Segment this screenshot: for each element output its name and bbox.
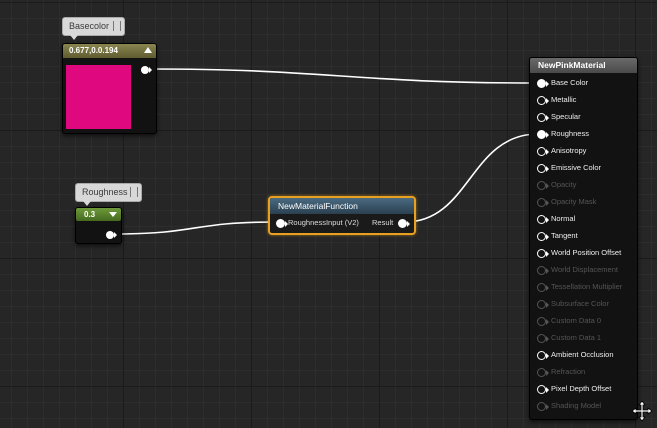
function-pin-row: RoughnessInput (V2) Result	[270, 214, 414, 231]
function-output-pin[interactable]	[398, 219, 410, 228]
material-pin-label: Subsurface Color	[551, 299, 609, 308]
material-pin-label: Opacity	[551, 180, 577, 189]
material-input-pin	[537, 181, 549, 190]
expand-icon[interactable]	[109, 212, 117, 217]
comment-pin-icon	[113, 21, 121, 31]
material-pin-label: Custom Data 0	[551, 316, 602, 325]
material-input-pin	[537, 334, 549, 343]
material-input-pin[interactable]	[537, 232, 549, 241]
material-pin-row: Anisotropy	[530, 142, 637, 159]
material-pin-label: Specular	[551, 112, 581, 121]
basecolor-comment[interactable]: Basecolor	[62, 17, 125, 40]
basecolor-value: 0.677,0.0.194	[69, 46, 118, 55]
material-input-pin	[537, 300, 549, 309]
material-pin-row: World Position Offset	[530, 244, 637, 261]
comment-tail	[83, 201, 91, 206]
function-input-pin[interactable]	[276, 219, 288, 228]
material-input-pin	[537, 402, 549, 411]
material-pin-row: Normal	[530, 210, 637, 227]
material-pin-label: Emissive Color	[551, 163, 602, 172]
material-pin-label: Metallic	[551, 95, 577, 104]
material-input-pin[interactable]	[537, 351, 549, 360]
roughness-comment-text: Roughness	[82, 187, 128, 197]
function-output-label: Result	[372, 218, 394, 227]
material-input-pin[interactable]	[537, 96, 549, 105]
function-input-label: RoughnessInput (V2)	[288, 218, 359, 227]
material-header[interactable]: NewPinkMaterial	[530, 58, 637, 73]
material-pin-row: Refraction	[530, 363, 637, 380]
material-pin-row: Base Color	[530, 74, 637, 91]
material-pin-row: Tessellation Multiplier	[530, 278, 637, 295]
material-pin-label: Ambient Occlusion	[551, 350, 614, 359]
material-input-pin[interactable]	[537, 147, 549, 156]
comment-tail	[70, 35, 78, 40]
material-pin-label: World Position Offset	[551, 248, 622, 257]
roughness-header[interactable]: 0.3	[76, 208, 121, 221]
material-pin-label: Normal	[551, 214, 576, 223]
material-pin-row: Custom Data 1	[530, 329, 637, 346]
roughness-value: 0.3	[84, 210, 96, 219]
material-pin-label: Tangent	[551, 231, 578, 240]
material-pin-row: World Displacement	[530, 261, 637, 278]
material-pin-list: Base Color Metallic Specular Roughness Aniso…	[530, 73, 637, 414]
material-title: NewPinkMaterial	[538, 60, 606, 70]
material-input-pin	[537, 266, 549, 275]
function-header[interactable]: NewMaterialFunction	[270, 198, 414, 214]
material-input-pin[interactable]	[537, 164, 549, 173]
material-pin-label: Base Color	[551, 78, 589, 87]
material-pin-row: Emissive Color	[530, 159, 637, 176]
material-input-pin[interactable]	[537, 385, 549, 394]
material-pin-row: Tangent	[530, 227, 637, 244]
material-pin-label: Pixel Depth Offset	[551, 384, 612, 393]
material-pin-label: World Displacement	[551, 265, 618, 274]
material-pin-label: Opacity Mask	[551, 197, 597, 206]
material-pin-label: Shading Model	[551, 401, 602, 410]
basecolor-comment-text: Basecolor	[69, 21, 110, 31]
material-input-pin[interactable]	[537, 215, 549, 224]
material-pin-row: Opacity	[530, 176, 637, 193]
material-input-pin[interactable]	[537, 249, 549, 258]
roughness-comment[interactable]: Roughness	[75, 183, 142, 206]
material-pin-row: Custom Data 0	[530, 312, 637, 329]
function-title: NewMaterialFunction	[278, 201, 358, 211]
material-input-pin	[537, 198, 549, 207]
material-pin-label: Custom Data 1	[551, 333, 602, 342]
move-icon	[631, 400, 653, 422]
material-pin-row: Metallic	[530, 91, 637, 108]
material-pin-row: Specular	[530, 108, 637, 125]
roughness-node[interactable]: 0.3	[75, 207, 122, 244]
material-input-pin	[537, 317, 549, 326]
basecolor-output-pin[interactable]	[141, 66, 152, 74]
material-pin-row: Pixel Depth Offset	[530, 380, 637, 397]
material-input-pin	[537, 368, 549, 377]
color-preview-swatch	[66, 65, 131, 129]
material-input-pin[interactable]	[537, 79, 549, 88]
material-pin-label: Refraction	[551, 367, 586, 376]
material-pin-label: Roughness	[551, 129, 589, 138]
wire-basecolor	[149, 68, 539, 84]
basecolor-header[interactable]: 0.677,0.0.194	[63, 44, 156, 58]
material-pin-row: Roughness	[530, 125, 637, 142]
material-pin-row: Opacity Mask	[530, 193, 637, 210]
material-input-pin	[537, 283, 549, 292]
material-pin-label: Tessellation Multiplier	[551, 282, 623, 291]
material-pin-row: Ambient Occlusion	[530, 346, 637, 363]
wire-function-to-material	[404, 133, 539, 223]
wire-roughness-to-function	[112, 221, 277, 235]
basecolor-node[interactable]: 0.677,0.0.194	[62, 43, 157, 134]
material-pin-row: Shading Model	[530, 397, 637, 414]
material-input-pin[interactable]	[537, 113, 549, 122]
collapse-preview-icon[interactable]	[144, 47, 152, 53]
comment-pin-icon	[130, 187, 138, 197]
material-result-node[interactable]: NewPinkMaterial Base Color Metallic Specul…	[529, 57, 638, 420]
material-pin-row: Subsurface Color	[530, 295, 637, 312]
roughness-output-pin[interactable]	[106, 231, 117, 239]
material-input-pin[interactable]	[537, 130, 549, 139]
material-function-node[interactable]: NewMaterialFunction RoughnessInput (V2) …	[268, 196, 416, 235]
material-pin-label: Anisotropy	[551, 146, 587, 155]
